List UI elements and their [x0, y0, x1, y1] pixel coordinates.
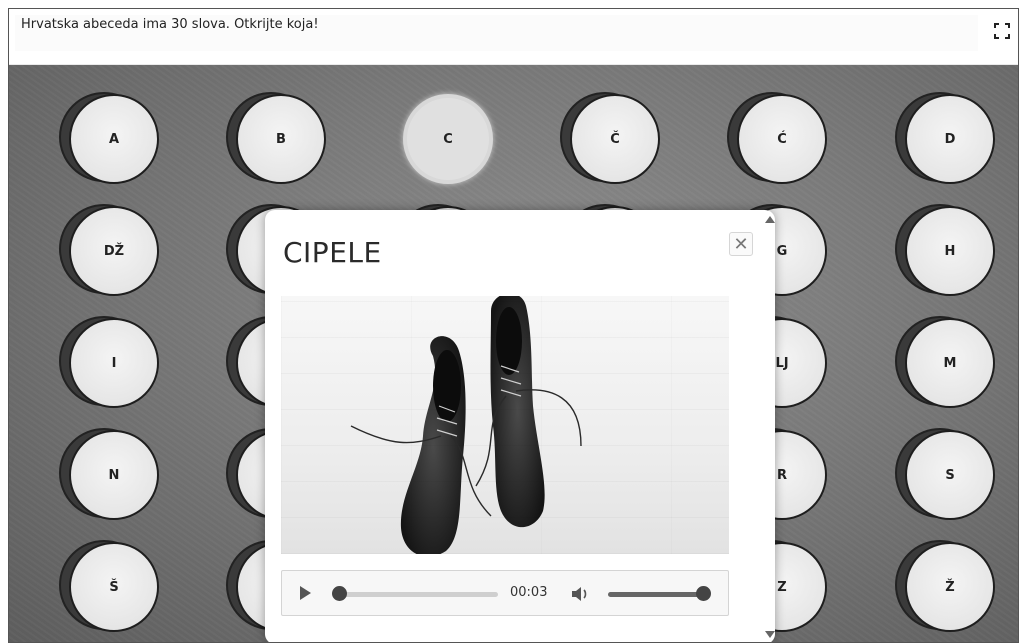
close-button[interactable]: ✕	[729, 232, 753, 256]
modal-title: CIPELE	[283, 236, 382, 269]
letter-label: I	[69, 318, 159, 408]
scroll-up-arrow[interactable]	[765, 216, 775, 223]
letter-button[interactable]: Ć	[727, 92, 827, 184]
letter-label: C	[403, 94, 493, 184]
word-modal: CIPELE ✕ 00:03	[265, 210, 775, 642]
audio-player: 00:03	[281, 570, 729, 616]
play-icon[interactable]	[300, 586, 311, 600]
letter-button[interactable]: C	[403, 94, 493, 184]
scroll-down-arrow[interactable]	[765, 631, 775, 638]
volume-thumb[interactable]	[696, 586, 711, 601]
letter-label: S	[905, 430, 995, 520]
letter-label: B	[236, 94, 326, 184]
time-display: 00:03	[510, 585, 548, 600]
letter-label: N	[69, 430, 159, 520]
word-image	[281, 296, 729, 554]
letter-label: DŽ	[69, 206, 159, 296]
letter-label: Š	[69, 542, 159, 632]
letter-button[interactable]: M	[895, 316, 995, 408]
letter-label: A	[69, 94, 159, 184]
letter-button[interactable]: N	[59, 428, 159, 520]
letter-button[interactable]: D	[895, 92, 995, 184]
header: Hrvatska abeceda ima 30 slova. Otkrijte …	[9, 9, 1018, 65]
seek-bar[interactable]	[338, 592, 498, 597]
page-title: Hrvatska abeceda ima 30 slova. Otkrijte …	[21, 17, 319, 32]
letter-label: M	[905, 318, 995, 408]
letter-button[interactable]: I	[59, 316, 159, 408]
letter-button[interactable]: Š	[59, 540, 159, 632]
app-frame: Hrvatska abeceda ima 30 slova. Otkrijte …	[8, 8, 1019, 643]
letter-label: Ć	[737, 94, 827, 184]
letter-label: H	[905, 206, 995, 296]
letter-label: Ž	[905, 542, 995, 632]
letter-button[interactable]: Ž	[895, 540, 995, 632]
letter-button[interactable]: DŽ	[59, 204, 159, 296]
header-bar: Hrvatska abeceda ima 30 slova. Otkrijte …	[15, 15, 978, 51]
letter-button[interactable]: H	[895, 204, 995, 296]
close-icon: ✕	[733, 233, 749, 255]
seek-thumb[interactable]	[332, 586, 347, 601]
letter-label: Č	[570, 94, 660, 184]
shoes-illustration	[350, 296, 582, 554]
letter-button[interactable]: A	[59, 92, 159, 184]
letter-button[interactable]: S	[895, 428, 995, 520]
letter-button[interactable]: Č	[560, 92, 660, 184]
volume-bar[interactable]	[608, 592, 704, 597]
letter-button[interactable]: B	[226, 92, 326, 184]
volume-icon[interactable]	[571, 585, 591, 603]
fullscreen-icon[interactable]	[994, 23, 1010, 39]
letter-label: D	[905, 94, 995, 184]
